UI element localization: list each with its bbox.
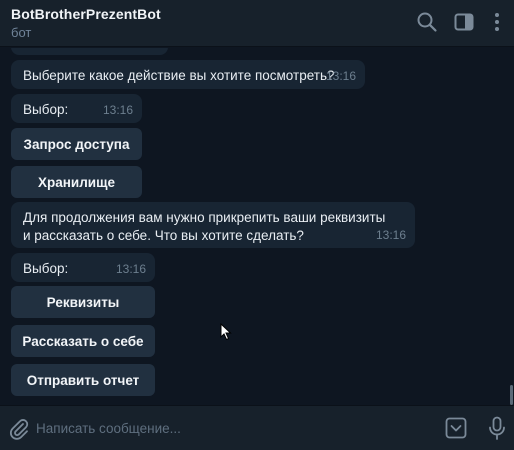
keyboard-button-about-me[interactable]: Рассказать о себе	[11, 325, 155, 357]
message-time: 13:16	[115, 262, 146, 276]
message-time: 13:16	[325, 69, 356, 83]
message-bubble: Выбор: 13:16	[11, 94, 142, 123]
chat-header: BotBrotherPrezentBot бот	[0, 0, 514, 47]
attach-paperclip-icon[interactable]	[8, 417, 30, 441]
message-text: Выберите какое действие вы хотите посмот…	[23, 68, 335, 83]
message-bubble: Выберите какое действие вы хотите посмот…	[11, 60, 365, 89]
message-time: 13:16	[102, 103, 133, 117]
scrollbar-thumb[interactable]	[510, 385, 513, 405]
message-bubble: Выбор: 13:16	[11, 253, 155, 282]
keyboard-button-send-report[interactable]: Отправить отчет	[11, 364, 155, 396]
message-time: 13:16	[375, 228, 406, 242]
microphone-icon[interactable]	[488, 416, 506, 442]
bot-keyboard-toggle-icon[interactable]	[445, 417, 467, 439]
more-menu-icon[interactable]	[486, 11, 508, 33]
sidebar-toggle-icon[interactable]	[453, 11, 475, 33]
message-input[interactable]	[36, 414, 426, 442]
search-icon[interactable]	[416, 11, 438, 33]
keyboard-button-storage[interactable]: Хранилище	[11, 166, 142, 198]
message-text: Выбор:	[23, 261, 69, 276]
chat-title[interactable]: BotBrotherPrezentBot	[11, 6, 161, 22]
mouse-cursor-icon	[220, 323, 232, 341]
keyboard-button-access-request[interactable]: Запрос доступа	[11, 128, 142, 160]
chat-subtitle: бот	[11, 25, 32, 40]
keyboard-button-requisites[interactable]: Реквизиты	[11, 286, 155, 318]
message-list[interactable]: Выберите какое действие вы хотите посмот…	[0, 48, 514, 405]
message-bubble: Для продолжения вам нужно прикрепить ваш…	[11, 202, 415, 248]
message-bubble-partial	[11, 48, 168, 55]
message-text: Выбор:	[23, 102, 69, 117]
message-text: Для продолжения вам нужно прикрепить ваш…	[23, 210, 386, 243]
message-composer	[0, 405, 514, 450]
